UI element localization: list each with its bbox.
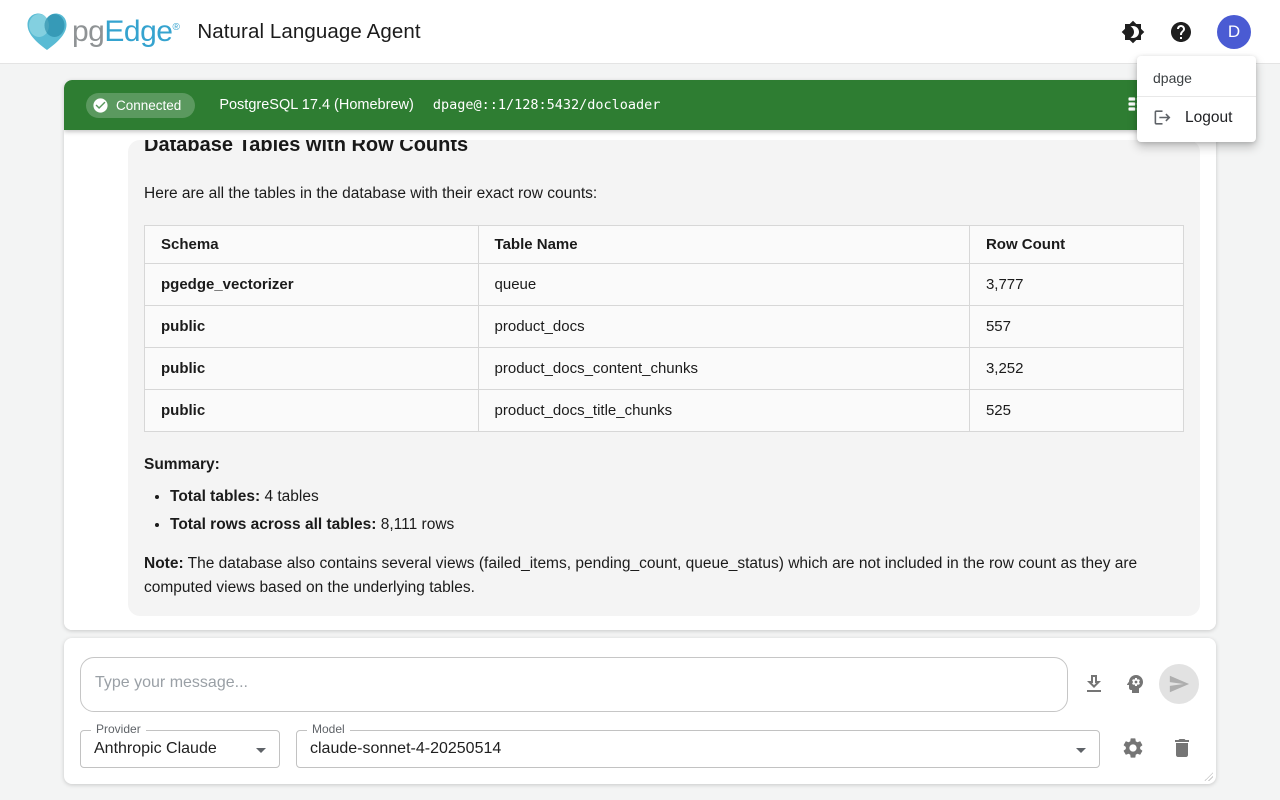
chat-card: Connected PostgreSQL 17.4 (Homebrew) dpa… xyxy=(64,80,1216,630)
row-counts-table: Schema Table Name Row Count pgedge_vecto… xyxy=(144,225,1184,432)
message-input[interactable] xyxy=(80,657,1068,712)
chevron-down-icon xyxy=(1069,738,1093,762)
cell-schema: public xyxy=(145,390,479,432)
table-row: public product_docs 557 xyxy=(145,306,1184,348)
gear-icon xyxy=(1121,736,1145,760)
cell-table-name: product_docs_content_chunks xyxy=(478,348,969,390)
composer-card: Provider Anthropic Claude Model claude-s… xyxy=(64,638,1216,784)
logout-icon xyxy=(1153,108,1172,127)
resize-grip[interactable] xyxy=(1204,772,1213,781)
psychology-icon xyxy=(1123,672,1147,696)
column-header-table-name: Table Name xyxy=(478,226,969,264)
pgedge-logo: pgEdge® xyxy=(24,11,179,53)
page-title: Natural Language Agent xyxy=(197,20,420,44)
cell-table-name: product_docs xyxy=(478,306,969,348)
column-header-schema: Schema xyxy=(145,226,479,264)
cell-row-count: 557 xyxy=(969,306,1183,348)
brightness-icon xyxy=(1121,20,1145,44)
settings-button[interactable] xyxy=(1121,736,1145,760)
menu-username: dpage xyxy=(1137,62,1256,96)
connection-status-badge: Connected xyxy=(86,93,195,118)
cell-schema: pgedge_vectorizer xyxy=(145,264,479,306)
logout-label: Logout xyxy=(1185,109,1232,127)
assistant-message-bubble: Database Tables with Row Counts Here are… xyxy=(128,140,1200,616)
user-menu: dpage Logout xyxy=(1137,56,1256,142)
logout-menu-item[interactable]: Logout xyxy=(1137,97,1256,138)
column-header-row-count: Row Count xyxy=(969,226,1183,264)
model-select[interactable]: Model claude-sonnet-4-20250514 xyxy=(296,730,1100,768)
cell-row-count: 3,252 xyxy=(969,348,1183,390)
connection-status-label: Connected xyxy=(116,98,181,113)
table-row: public product_docs_content_chunks 3,252 xyxy=(145,348,1184,390)
message-note: Note: The database also contains several… xyxy=(144,552,1184,600)
table-row: pgedge_vectorizer queue 3,777 xyxy=(145,264,1184,306)
summary-heading: Summary: xyxy=(144,454,1184,476)
help-icon xyxy=(1169,20,1193,44)
download-icon xyxy=(1082,672,1106,696)
summary-item: Total rows across all tables: 8,111 rows xyxy=(170,514,1184,536)
check-circle-icon xyxy=(92,97,109,114)
messages-area: Database Tables with Row Counts Here are… xyxy=(64,140,1216,630)
table-row: public product_docs_title_chunks 525 xyxy=(145,390,1184,432)
provider-select-value: Anthropic Claude xyxy=(94,731,217,767)
cell-table-name: queue xyxy=(478,264,969,306)
connection-dsn: dpage@::1/128:5432/docloader xyxy=(433,97,661,113)
table-header-row: Schema Table Name Row Count xyxy=(145,226,1184,264)
summary-list: Total tables: 4 tables Total rows across… xyxy=(144,486,1184,536)
cell-schema: public xyxy=(145,306,479,348)
cell-table-name: product_docs_title_chunks xyxy=(478,390,969,432)
cell-schema: public xyxy=(145,348,479,390)
cell-row-count: 525 xyxy=(969,390,1183,432)
pgedge-heart-icon xyxy=(24,11,70,53)
app-header: pgEdge® Natural Language Agent D xyxy=(0,0,1280,64)
help-button[interactable] xyxy=(1169,20,1193,44)
pgedge-logotype: pgEdge® xyxy=(72,17,179,47)
trash-icon xyxy=(1170,736,1194,760)
download-button[interactable] xyxy=(1082,672,1106,696)
header-icons: D xyxy=(1121,15,1251,49)
send-icon xyxy=(1168,673,1190,695)
connection-bar: Connected PostgreSQL 17.4 (Homebrew) dpa… xyxy=(64,80,1216,130)
summary-item: Total tables: 4 tables xyxy=(170,486,1184,508)
message-intro: Here are all the tables in the database … xyxy=(144,183,1184,205)
model-select-value: claude-sonnet-4-20250514 xyxy=(310,731,501,767)
message-heading: Database Tables with Row Counts xyxy=(144,140,1184,159)
send-button[interactable] xyxy=(1159,664,1199,704)
thinking-mode-button[interactable] xyxy=(1123,672,1147,696)
provider-select[interactable]: Provider Anthropic Claude xyxy=(80,730,280,768)
page: pgEdge® Natural Language Agent D dpage L… xyxy=(0,0,1280,800)
server-version-label: PostgreSQL 17.4 (Homebrew) xyxy=(219,97,414,113)
theme-toggle-button[interactable] xyxy=(1121,20,1145,44)
cell-row-count: 3,777 xyxy=(969,264,1183,306)
user-avatar[interactable]: D xyxy=(1217,15,1251,49)
clear-chat-button[interactable] xyxy=(1170,736,1194,760)
chevron-down-icon xyxy=(249,738,273,762)
